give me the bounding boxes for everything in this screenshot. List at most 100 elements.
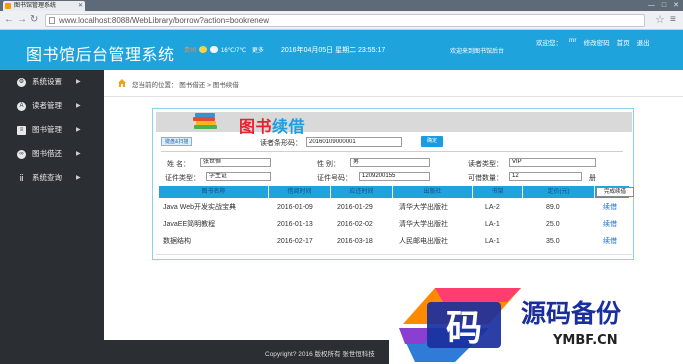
caret-right-icon: ▶ xyxy=(76,175,81,181)
change-password-link[interactable]: 修改密码 xyxy=(584,37,610,47)
url-text: www.localhost:8088/WebLibrary/borrow?act… xyxy=(59,16,269,25)
table-row: 数据结构 2016-02-17 2016-03-18 人民邮电出版社 LA-1 … xyxy=(159,233,629,250)
sidebar-item-book-management[interactable]: ≡ 图书管理 ▶ xyxy=(0,118,104,142)
due-date-cell: 2016-02-02 xyxy=(337,221,373,228)
favicon-icon xyxy=(5,3,11,9)
close-tab-icon[interactable]: ✕ xyxy=(78,1,83,11)
shelf-cell: LA-1 xyxy=(485,238,500,245)
sidebar: ⚙ 系统设置 ▶ A 读者管理 ▶ ≡ 图书管理 ▶ ∞ 图书借还 ▶ ⅱ 系统… xyxy=(0,70,104,364)
weather-more-link[interactable]: 更多 xyxy=(252,48,264,54)
bookmark-star-icon[interactable]: ☆ xyxy=(655,13,665,26)
due-date-cell: 2016-01-29 xyxy=(337,204,373,211)
datetime: 2016年04月05日 星期二 23:55:17 xyxy=(281,47,386,54)
cloud-icon xyxy=(210,46,219,53)
id-type-label: 证件类型： xyxy=(165,175,200,182)
book-name-cell: 数据结构 xyxy=(163,238,191,245)
welcome-text: 欢迎来到图书馆后台 xyxy=(450,49,505,55)
watermark-domain: YMBF.CN xyxy=(552,333,618,348)
column-header-due-date: 应还时间 xyxy=(331,186,393,198)
sidebar-item-borrow-return[interactable]: ∞ 图书借还 ▶ xyxy=(0,142,104,166)
sidebar-item-reader-management[interactable]: A 读者管理 ▶ xyxy=(0,94,104,118)
minimize-button[interactable]: — xyxy=(648,0,655,11)
caret-right-icon: ▶ xyxy=(76,79,81,85)
sidebar-item-label: 图书借还 xyxy=(32,149,62,158)
price-cell: 25.0 xyxy=(546,221,560,228)
confirm-button[interactable]: 确定 xyxy=(421,136,443,147)
close-window-button[interactable]: ✕ xyxy=(673,0,679,11)
maximize-button[interactable]: □ xyxy=(662,0,666,11)
sidebar-item-system-settings[interactable]: ⚙ 系统设置 ▶ xyxy=(0,70,104,94)
watermark-logo: 码 源码备份 YMBF.CN xyxy=(389,284,683,364)
books-icon xyxy=(193,109,219,130)
tab-title: 图书馆管理系统 xyxy=(14,3,57,9)
renew-link[interactable]: 续借 xyxy=(603,216,617,233)
home-link[interactable]: 首页 xyxy=(617,37,630,47)
shelf-cell: LA-1 xyxy=(485,221,500,228)
complete-renew-button[interactable]: 完成续借 xyxy=(596,187,634,197)
renew-link[interactable]: 续借 xyxy=(603,199,617,216)
browser-tab[interactable]: 图书馆管理系统 ✕ xyxy=(3,1,85,11)
panel-divider xyxy=(156,254,632,255)
sidebar-item-label: 读者管理 xyxy=(32,101,62,110)
quota-unit: 册 xyxy=(589,175,596,182)
user-greeting: 欢迎您： xyxy=(536,40,562,47)
id-number-field: 1209200155 xyxy=(359,172,430,181)
app-title: 图书馆后台管理系统 xyxy=(26,47,175,64)
publisher-cell: 人民邮电出版社 xyxy=(399,238,448,245)
column-header-borrow-date: 借阅时间 xyxy=(269,186,331,198)
page-icon xyxy=(49,17,55,24)
home-icon xyxy=(118,79,126,87)
gear-icon: ⚙ xyxy=(17,78,26,87)
query-icon: ⅱ xyxy=(19,173,24,183)
price-cell: 89.0 xyxy=(546,204,560,211)
shelf-cell: LA-2 xyxy=(485,204,500,211)
weather-temp: 16℃/7℃ xyxy=(221,48,247,54)
column-header-shelf: 书架 xyxy=(473,186,523,198)
caret-right-icon: ▶ xyxy=(76,151,81,157)
breadcrumb-text: 您当前的位置： 图书借还 > 图书续借 xyxy=(132,82,239,89)
sun-icon xyxy=(198,46,207,53)
book-name-cell: Java Web开发实战宝典 xyxy=(163,204,236,211)
forward-arrow-icon[interactable]: → xyxy=(17,14,27,26)
reader-icon: A xyxy=(17,102,26,111)
table-row: JavaEE简明教程 2016-01-13 2016-02-02 清华大学出版社… xyxy=(159,216,629,233)
id-number-label: 证件号码： xyxy=(317,175,352,182)
watermark-title: 源码备份 xyxy=(521,299,621,328)
weather-city: 贵州 xyxy=(184,48,197,54)
column-header-price: 定价(元) xyxy=(523,186,595,198)
address-bar: ← → ↻ www.localhost:8088/WebLibrary/borr… xyxy=(0,11,683,30)
sidebar-item-system-query[interactable]: ⅱ 系统查询 ▶ xyxy=(0,166,104,190)
window-controls: — □ ✕ xyxy=(648,0,679,11)
renew-link[interactable]: 续借 xyxy=(603,233,617,250)
reader-barcode-label: 读者条形码： xyxy=(260,140,302,147)
app-header: 图书馆后台管理系统 贵州 16℃/7℃ 更多 2016年04月05日 星期二 2… xyxy=(0,30,683,70)
weather-widget: 贵州 16℃/7℃ 更多 xyxy=(184,45,264,54)
sidebar-item-label: 系统查询 xyxy=(32,173,62,182)
gender-field: 男 xyxy=(350,158,430,167)
publisher-cell: 清华大学出版社 xyxy=(399,221,448,228)
name-field: 张世恒 xyxy=(200,158,271,167)
name-label: 姓 名： xyxy=(167,161,190,168)
table-row: Java Web开发实战宝典 2016-01-09 2016-01-29 清华大… xyxy=(159,199,629,216)
copyright-text: Copyright? 2016 版权所有 张世恒科技 xyxy=(265,351,375,358)
column-header-publisher: 出版社 xyxy=(393,186,473,198)
username: mr xyxy=(569,37,577,44)
reload-icon[interactable]: ↻ xyxy=(30,14,38,26)
url-input[interactable]: www.localhost:8088/WebLibrary/borrow?act… xyxy=(45,14,645,27)
breadcrumb: 您当前的位置： 图书借还 > 图书续借 xyxy=(104,70,683,97)
renew-panel: 图书续借 键盘&扫描 读者条形码： 确定 姓 名： 张世恒 性 别： 男 读者类… xyxy=(152,108,634,260)
browser-tab-strip: 图书馆管理系统 ✕ — □ ✕ xyxy=(0,0,683,11)
scan-row: 键盘&扫描 读者条形码： 确定 xyxy=(161,134,623,152)
borrow-date-cell: 2016-01-13 xyxy=(277,221,313,228)
quota-field: 12 xyxy=(509,172,582,181)
book-name-cell: JavaEE简明教程 xyxy=(163,221,216,228)
logout-link[interactable]: 退出 xyxy=(637,37,650,47)
scan-mode-tag: 键盘&扫描 xyxy=(161,137,193,146)
back-arrow-icon[interactable]: ← xyxy=(4,14,14,26)
user-links: 欢迎您： mr 修改密码 首页 退出 xyxy=(536,37,650,47)
reader-barcode-input[interactable] xyxy=(306,137,402,147)
watermark-glyph: 码 xyxy=(446,308,482,349)
books-stack-icon: ≡ xyxy=(17,126,26,135)
panel-banner: 图书续借 xyxy=(156,109,632,136)
browser-menu-icon[interactable]: ≡ xyxy=(670,14,676,25)
